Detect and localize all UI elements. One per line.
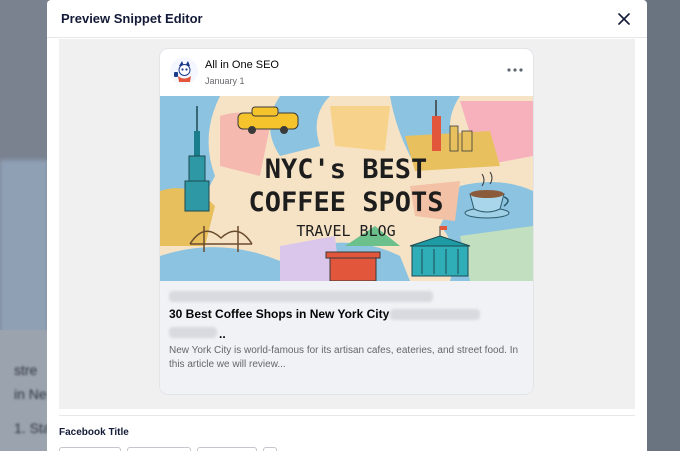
backdrop-right-strip: [646, 0, 680, 451]
avatar: [170, 57, 198, 85]
post-header: All in One SEO January 1: [160, 49, 533, 95]
backdrop-text: 1. Sta: [14, 420, 51, 436]
smart-tag-button[interactable]: [59, 447, 121, 451]
close-button[interactable]: [615, 10, 633, 28]
backdrop-text: in Ne: [14, 386, 47, 402]
close-icon: [618, 12, 630, 25]
link-title: 30 Best Coffee Shops in New York City: [169, 307, 390, 321]
post-link-preview[interactable]: 30 Best Coffee Shops in New York City ..…: [160, 281, 533, 394]
link-description: New York City is world-famous for its ar…: [169, 345, 519, 370]
image-title-line1: NYC's BEST: [265, 154, 428, 185]
blurred-title-suffix: [390, 309, 480, 320]
modal-title: Preview Snippet Editor: [61, 11, 203, 26]
robot-mascot-icon: [170, 57, 198, 85]
blurred-title-suffix: [169, 327, 217, 338]
backdrop-image: [0, 160, 48, 340]
smart-tag-more-button[interactable]: [263, 447, 277, 451]
post-featured-image: NYC's BEST COFFEE SPOTS TRAVEL BLOG: [160, 96, 533, 281]
post-author: All in One SEO: [205, 59, 279, 71]
nyc-map-illustration: NYC's BEST COFFEE SPOTS TRAVEL BLOG: [160, 96, 533, 281]
smart-tag-button[interactable]: [127, 447, 191, 451]
blurred-url: [169, 291, 433, 302]
smart-tag-button[interactable]: [197, 447, 257, 451]
more-options-button[interactable]: [505, 63, 525, 77]
modal-header: Preview Snippet Editor: [47, 0, 647, 38]
post-date: January 1: [205, 76, 245, 86]
facebook-preview-area: All in One SEO January 1 NYC's BEST COFF…: [59, 39, 635, 409]
preview-snippet-modal: Preview Snippet Editor All in One SEO Ja…: [47, 0, 647, 451]
facebook-title-label: Facebook Title: [59, 427, 129, 438]
facebook-post-card: All in One SEO January 1 NYC's BEST COFF…: [160, 49, 533, 394]
link-title-tail: ..: [219, 327, 226, 341]
section-divider: [59, 415, 635, 416]
image-title-line2: COFFEE SPOTS: [248, 187, 443, 218]
backdrop-text: stre: [14, 362, 38, 378]
image-title-line3: TRAVEL BLOG: [296, 222, 395, 240]
more-options-icon: [507, 68, 523, 72]
